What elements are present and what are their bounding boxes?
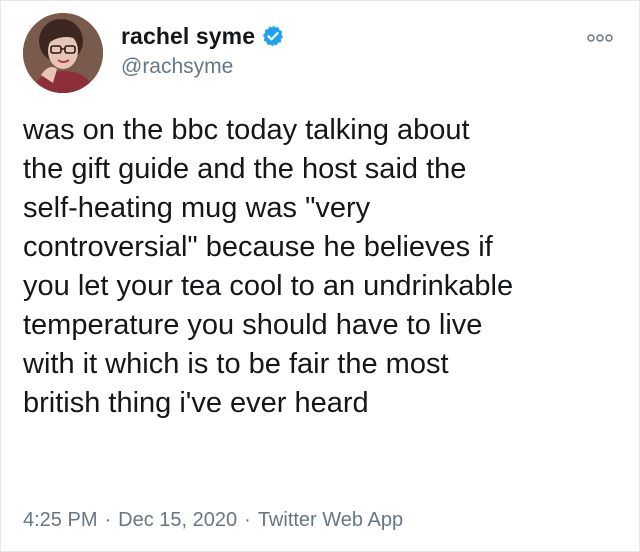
meta-separator: · [244, 509, 251, 531]
tweet-time[interactable]: 4:25 PM [23, 509, 97, 532]
meta-separator: · [104, 509, 112, 531]
tweet-metadata: 4:25 PM · Dec 15, 2020 · Twitter Web App [23, 509, 403, 532]
more-options-icon [587, 34, 613, 42]
author-identity: rachel syme @rachsyme [121, 21, 285, 79]
avatar[interactable] [23, 13, 103, 93]
tweet-header: rachel syme @rachsyme [23, 13, 617, 95]
author-handle[interactable]: @rachsyme [121, 55, 285, 79]
display-name[interactable]: rachel syme [121, 23, 255, 50]
verified-badge-icon [261, 24, 285, 48]
avatar-image [23, 13, 103, 93]
tweet-text: was on the bbc today talking about the g… [23, 114, 514, 419]
more-options-button[interactable] [583, 27, 617, 49]
tweet-source-link[interactable]: Twitter Web App [258, 509, 403, 532]
name-row: rachel syme [121, 21, 285, 51]
tweet-card: rachel syme @rachsyme was on the bbc tod… [0, 0, 640, 552]
tweet-date[interactable]: Dec 15, 2020 [118, 509, 237, 532]
